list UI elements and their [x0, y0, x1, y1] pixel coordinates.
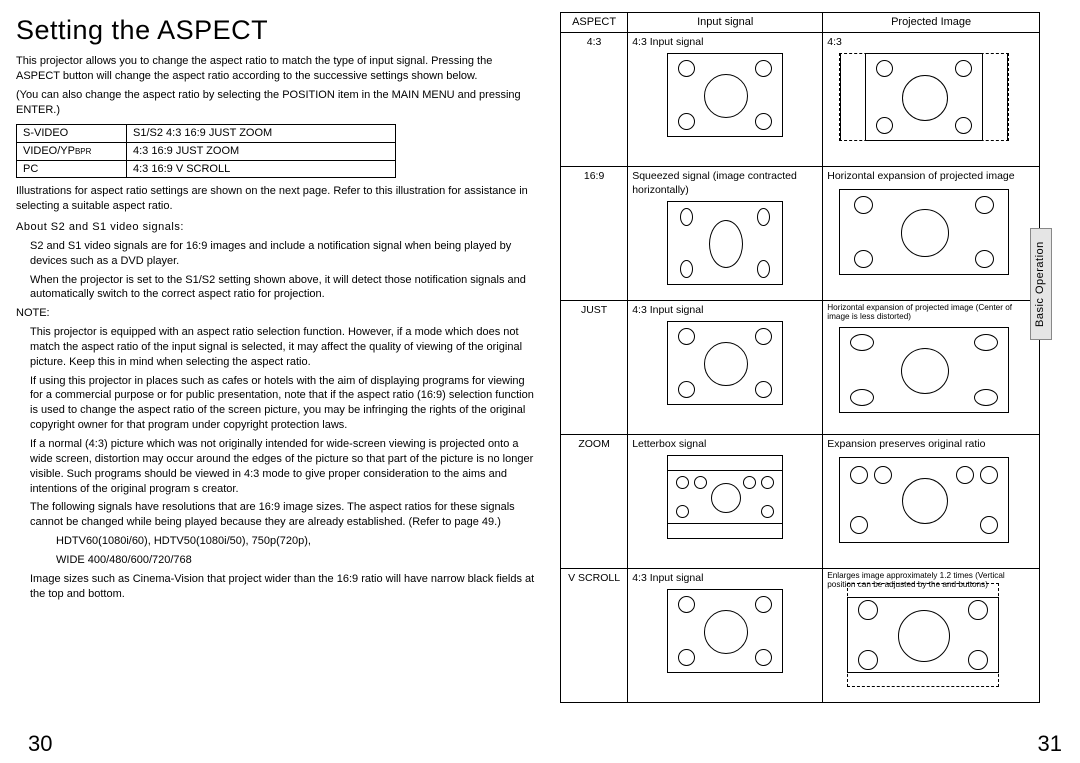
input-cell: Squeezed signal (image contracted horizo…	[628, 166, 823, 300]
note-block: NOTE: This projector is equipped with an…	[16, 306, 536, 601]
signal-mode-table: S-VIDEO S1/S2 4:3 16:9 JUST ZOOM VIDEO/Y…	[16, 124, 396, 179]
left-column: Setting the ASPECT This projector allows…	[16, 12, 536, 703]
note-5: Image sizes such as Cinema-Vision that p…	[16, 572, 536, 602]
diagram-input-43	[632, 53, 818, 148]
diagram-proj-vscroll	[827, 591, 1035, 681]
diagram-proj-43	[827, 53, 1035, 148]
intro-p2: (You can also change the aspect ratio by…	[16, 88, 536, 118]
note-4: The following signals have resolutions t…	[16, 500, 536, 530]
note-after-table: Illustrations for aspect ratio settings …	[16, 184, 536, 214]
sig-row-modes: 4:3 16:9 JUST ZOOM	[127, 142, 396, 160]
aspect-reference-table: ASPECT Input signal Projected Image 4:3 …	[560, 12, 1040, 703]
diagram-input-169	[632, 201, 818, 296]
section-tab: Basic Operation	[1030, 228, 1052, 340]
note-label: NOTE:	[16, 306, 536, 321]
proj-cell: Horizontal expansion of projected image	[823, 166, 1040, 300]
aspect-label: 16:9	[561, 166, 628, 300]
proj-cell: 4:3	[823, 32, 1040, 166]
note-3: If a normal (4:3) picture which was not …	[16, 437, 536, 496]
input-cell: 4:3 Input signal	[628, 300, 823, 434]
diagram-input-just	[632, 321, 818, 416]
diagram-proj-just	[827, 325, 1035, 420]
aspect-label: V SCROLL	[561, 568, 628, 702]
input-cell: Letterbox signal	[628, 434, 823, 568]
diagram-input-zoom	[632, 455, 818, 550]
intro-p1: This projector allows you to change the …	[16, 54, 536, 84]
about-p2: When the projector is set to the S1/S2 s…	[16, 273, 536, 303]
sig-row-modes: 4:3 16:9 V SCROLL	[127, 160, 396, 178]
note-4-sub1: HDTV60(1080i/60), HDTV50(1080i/50), 750p…	[16, 534, 536, 549]
sig-row-modes: S1/S2 4:3 16:9 JUST ZOOM	[127, 124, 396, 142]
page-number-right: 31	[1038, 729, 1062, 759]
page-title: Setting the ASPECT	[16, 12, 536, 48]
aspect-label: JUST	[561, 300, 628, 434]
input-cell: 4:3 Input signal	[628, 32, 823, 166]
input-cell: 4:3 Input signal	[628, 568, 823, 702]
about-p1: S2 and S1 video signals are for 16:9 ima…	[16, 239, 536, 269]
hdr-aspect: ASPECT	[561, 13, 628, 33]
hdr-input: Input signal	[628, 13, 823, 33]
page-number-left: 30	[28, 729, 52, 759]
note-1: This projector is equipped with an aspec…	[16, 325, 536, 370]
aspect-label: 4:3	[561, 32, 628, 166]
proj-cell: Horizontal expansion of projected image …	[823, 300, 1040, 434]
sig-row-label: PC	[17, 160, 127, 178]
about-heading: About S2 and S1 video signals:	[16, 220, 536, 235]
sig-row-label: VIDEO/YPBPR	[17, 142, 127, 160]
diagram-input-vscroll	[632, 589, 818, 684]
note-4-sub2: WIDE 400/480/600/720/768	[16, 553, 536, 568]
proj-cell: Enlarges image approximately 1.2 times (…	[823, 568, 1040, 702]
aspect-label: ZOOM	[561, 434, 628, 568]
note-2: If using this projector in places such a…	[16, 374, 536, 433]
about-signals-block: About S2 and S1 video signals: S2 and S1…	[16, 220, 536, 302]
sig-row-label: S-VIDEO	[17, 124, 127, 142]
diagram-proj-zoom	[827, 455, 1035, 550]
right-column: ASPECT Input signal Projected Image 4:3 …	[560, 12, 1040, 703]
hdr-proj: Projected Image	[823, 13, 1040, 33]
diagram-proj-169	[827, 187, 1035, 282]
proj-cell: Expansion preserves original ratio	[823, 434, 1040, 568]
